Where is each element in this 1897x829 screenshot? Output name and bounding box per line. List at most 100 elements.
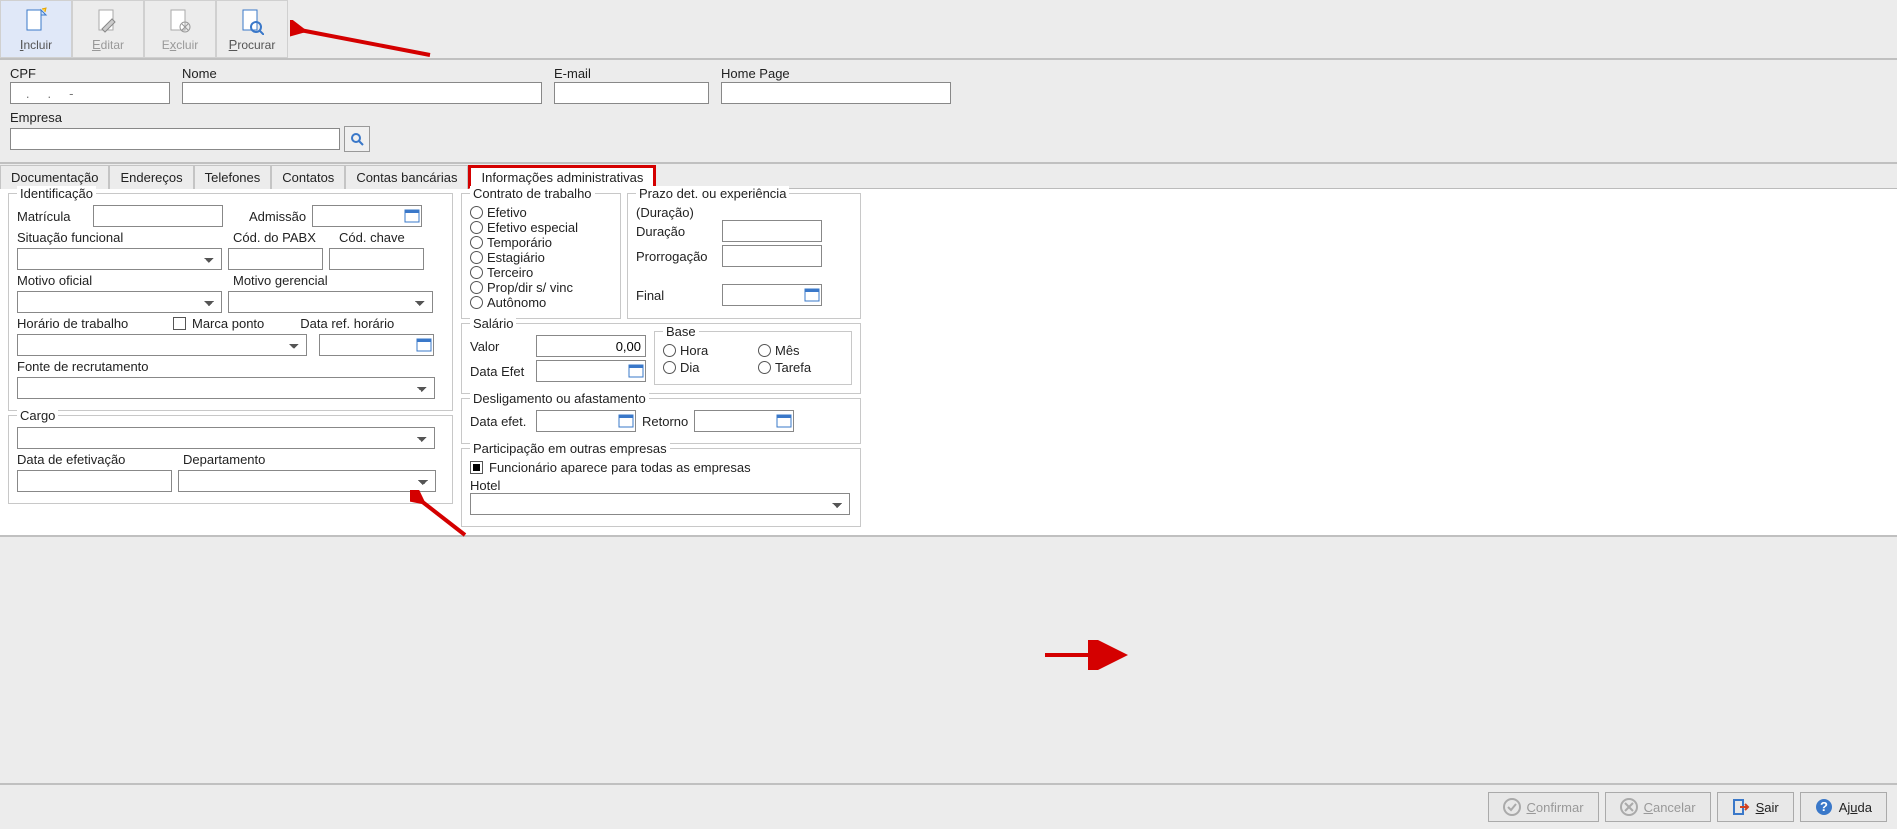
nome-input[interactable] bbox=[182, 82, 542, 104]
radio-tarefa[interactable] bbox=[758, 361, 771, 374]
func-todas-checkbox[interactable] bbox=[470, 461, 483, 474]
deslig-data-label: Data efet. bbox=[470, 414, 530, 429]
confirmar-button[interactable]: Confirmar bbox=[1488, 792, 1599, 822]
sair-button[interactable]: Sair bbox=[1717, 792, 1794, 822]
footer: Confirmar Cancelar Sair ? Ajuda bbox=[0, 783, 1897, 829]
radio-hora[interactable] bbox=[663, 344, 676, 357]
ajuda-button[interactable]: ? Ajuda bbox=[1800, 792, 1887, 822]
search-doc-icon bbox=[240, 7, 264, 35]
radio-efetivo[interactable] bbox=[470, 206, 483, 219]
empresa-label: Empresa bbox=[10, 110, 370, 125]
empresa-search-button[interactable] bbox=[344, 126, 370, 152]
edit-doc-icon bbox=[96, 7, 120, 35]
calendar-icon bbox=[416, 336, 432, 352]
final-label: Final bbox=[636, 288, 716, 303]
departamento-select[interactable] bbox=[178, 470, 436, 492]
legend-salario: Salário bbox=[470, 316, 516, 331]
radio-estagiario[interactable] bbox=[470, 251, 483, 264]
codpabx-label: Cód. do PABX bbox=[233, 230, 316, 245]
cancel-circle-icon bbox=[1620, 798, 1638, 816]
valor-input[interactable] bbox=[536, 335, 646, 357]
annotation-arrow-confirmar bbox=[1040, 640, 1130, 670]
editar-button[interactable]: Editar bbox=[72, 0, 144, 58]
estagiario-label: Estagiário bbox=[487, 250, 545, 265]
motivo-ger-select[interactable] bbox=[228, 291, 433, 313]
calendar-icon bbox=[404, 207, 420, 223]
prorrog-input[interactable] bbox=[722, 245, 822, 267]
horario-label: Horário de trabalho bbox=[17, 316, 167, 331]
situacao-label: Situação funcional bbox=[17, 230, 123, 245]
func-todas-label: Funcionário aparece para todas as empres… bbox=[489, 460, 751, 475]
cargo-select[interactable] bbox=[17, 427, 435, 449]
toolbar: IIncluirncluir Editar Excluir Procurar bbox=[0, 0, 1897, 60]
radio-terceiro[interactable] bbox=[470, 266, 483, 279]
prorrog-label: Prorrogação bbox=[636, 249, 716, 264]
tab-contas-bancarias[interactable]: Contas bancárias bbox=[345, 165, 468, 189]
cancelar-button[interactable]: Cancelar bbox=[1605, 792, 1711, 822]
hotel-select[interactable] bbox=[470, 493, 850, 515]
radio-efetivo-esp[interactable] bbox=[470, 221, 483, 234]
tab-contatos[interactable]: Contatos bbox=[271, 165, 345, 189]
duracao-input[interactable] bbox=[722, 220, 822, 242]
group-identificacao: Identificação Matrícula Admissão Situaçã… bbox=[8, 193, 453, 411]
radio-temporario[interactable] bbox=[470, 236, 483, 249]
radio-autonomo[interactable] bbox=[470, 296, 483, 309]
excluir-button[interactable]: Excluir bbox=[144, 0, 216, 58]
tab-telefones[interactable]: Telefones bbox=[194, 165, 272, 189]
fonte-select[interactable] bbox=[17, 377, 435, 399]
data-efetiv-label: Data de efetivação bbox=[17, 452, 125, 467]
matricula-input[interactable] bbox=[93, 205, 223, 227]
cpf-input[interactable] bbox=[10, 82, 170, 104]
valor-label: Valor bbox=[470, 339, 530, 354]
codchave-input[interactable] bbox=[329, 248, 424, 270]
motivo-of-select[interactable] bbox=[17, 291, 222, 313]
legend-cargo: Cargo bbox=[17, 408, 58, 423]
duracao-grp-label: (Duração) bbox=[636, 205, 694, 220]
calendar-icon bbox=[618, 412, 634, 428]
main-panel: Identificação Matrícula Admissão Situaçã… bbox=[0, 189, 1897, 537]
homepage-input[interactable] bbox=[721, 82, 951, 104]
group-desligamento: Desligamento ou afastamento Data efet. R… bbox=[461, 398, 861, 444]
confirmar-label: Confirmar bbox=[1527, 800, 1584, 815]
email-input[interactable] bbox=[554, 82, 709, 104]
tab-bar: Documentação Endereços Telefones Contato… bbox=[0, 164, 1897, 189]
incluir-label: IIncluirncluir bbox=[20, 37, 52, 52]
excluir-label: Excluir bbox=[162, 37, 199, 52]
legend-identificacao: Identificação bbox=[17, 186, 96, 201]
radio-propdir[interactable] bbox=[470, 281, 483, 294]
legend-contrato: Contrato de trabalho bbox=[470, 186, 595, 201]
motivo-ger-label: Motivo gerencial bbox=[233, 273, 328, 288]
help-icon: ? bbox=[1815, 798, 1833, 816]
group-cargo: Cargo Data de efetivação Departamento bbox=[8, 415, 453, 504]
exit-icon bbox=[1732, 798, 1750, 816]
horario-select[interactable] bbox=[17, 334, 307, 356]
radio-dia[interactable] bbox=[663, 361, 676, 374]
codpabx-input[interactable] bbox=[228, 248, 323, 270]
dia-label: Dia bbox=[680, 360, 700, 375]
legend-deslig: Desligamento ou afastamento bbox=[470, 391, 649, 406]
sair-label: Sair bbox=[1756, 800, 1779, 815]
new-doc-icon bbox=[24, 7, 48, 35]
radio-mes[interactable] bbox=[758, 344, 771, 357]
svg-text:?: ? bbox=[1820, 799, 1828, 814]
situacao-select[interactable] bbox=[17, 248, 222, 270]
email-label: E-mail bbox=[554, 66, 709, 81]
tab-enderecos[interactable]: Endereços bbox=[109, 165, 193, 189]
cpf-label: CPF bbox=[10, 66, 170, 81]
delete-doc-icon bbox=[168, 7, 192, 35]
incluir-button[interactable]: IIncluirncluir bbox=[0, 0, 72, 58]
efetivo-esp-label: Efetivo especial bbox=[487, 220, 578, 235]
cancelar-label: Cancelar bbox=[1644, 800, 1696, 815]
editar-label: Editar bbox=[92, 37, 124, 52]
procurar-button[interactable]: Procurar bbox=[216, 0, 288, 58]
marca-ponto-checkbox[interactable] bbox=[173, 317, 186, 330]
data-efetiv-input[interactable] bbox=[17, 470, 172, 492]
hotel-label: Hotel bbox=[470, 478, 500, 493]
admissao-label: Admissão bbox=[249, 209, 306, 224]
calendar-icon bbox=[628, 362, 644, 378]
group-base: Base Hora Mês Dia Tarefa bbox=[654, 331, 852, 385]
autonomo-label: Autônomo bbox=[487, 295, 546, 310]
calendar-icon bbox=[804, 286, 820, 302]
dataref-label: Data ref. horário bbox=[300, 316, 394, 331]
empresa-input[interactable] bbox=[10, 128, 340, 150]
